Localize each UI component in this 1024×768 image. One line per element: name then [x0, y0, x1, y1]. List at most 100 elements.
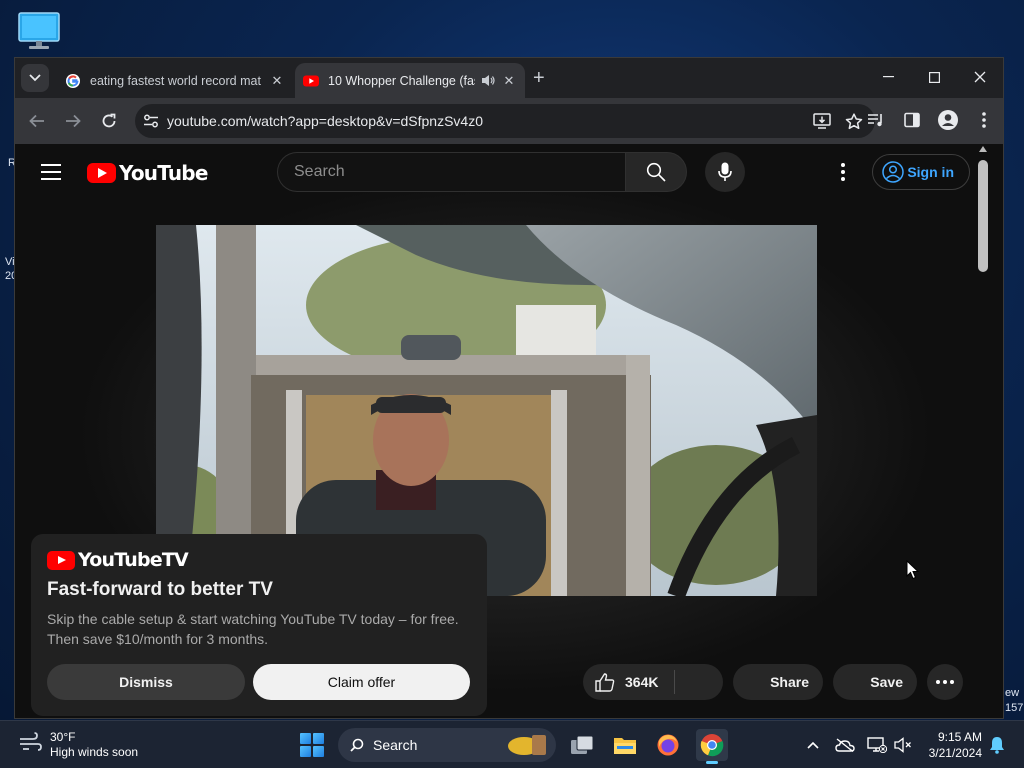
- chevron-down-icon: [29, 74, 41, 82]
- promo-body: Skip the cable setup & start watching Yo…: [47, 611, 459, 647]
- media-queue-icon: [868, 114, 882, 127]
- media-controls-button[interactable]: [865, 109, 887, 131]
- cloud-off-icon: [835, 738, 855, 752]
- minimize-icon: [882, 76, 894, 78]
- bookmark-star-icon[interactable]: [845, 112, 863, 130]
- minimize-button[interactable]: [865, 58, 911, 96]
- reload-icon: [102, 113, 116, 128]
- share-button[interactable]: Share: [733, 664, 823, 700]
- browser-menu-button[interactable]: [973, 109, 995, 131]
- speaker-icon[interactable]: [481, 74, 495, 87]
- search-button[interactable]: [625, 152, 687, 192]
- google-icon: [66, 73, 80, 88]
- tab-google-search[interactable]: eating fastest world record mat ✕: [57, 63, 293, 98]
- share-label: Share: [770, 674, 809, 690]
- sign-in-button[interactable]: Sign in: [872, 154, 970, 190]
- new-tab-button[interactable]: +: [533, 68, 545, 88]
- taskbar-search[interactable]: Search: [338, 728, 556, 762]
- search-highlight-icon: [508, 735, 546, 755]
- scroll-up-arrow-icon[interactable]: [979, 146, 987, 152]
- weather-widget[interactable]: 30°F High winds soon: [18, 730, 138, 760]
- volume-muted-icon: [894, 737, 911, 753]
- maximize-icon: [928, 71, 940, 83]
- voice-search-button[interactable]: [705, 152, 745, 192]
- youtube-logo-text: YouTube: [119, 161, 208, 185]
- url-text[interactable]: youtube.com/watch?app=desktop&v=dSfpnzSv…: [167, 113, 813, 129]
- clock-date: 3/21/2024: [928, 746, 982, 760]
- close-tab-icon[interactable]: ✕: [499, 73, 519, 89]
- firefox-icon: [657, 734, 679, 756]
- forward-button[interactable]: [61, 109, 85, 133]
- like-button[interactable]: 364K: [583, 664, 723, 700]
- account-icon: [882, 161, 904, 183]
- file-explorer-button[interactable]: [609, 729, 641, 761]
- back-button[interactable]: [25, 109, 49, 133]
- page-scrollbar[interactable]: [976, 144, 990, 718]
- chrome-button[interactable]: [696, 729, 728, 764]
- youtube-tv-promo: YouTubeTV Fast-forward to better TV Skip…: [31, 534, 487, 716]
- video-actions: 364K Share Save: [583, 664, 963, 700]
- network-button[interactable]: [866, 735, 888, 755]
- youtube-tv-logo-text: YouTubeTV: [78, 549, 189, 571]
- firefox-button[interactable]: [652, 729, 684, 761]
- tab-title: eating fastest world record mat: [90, 73, 261, 88]
- youtube-header: YouTube Search Sign in: [15, 144, 990, 200]
- notifications-button[interactable]: [986, 735, 1008, 755]
- active-app-indicator: [706, 761, 718, 764]
- side-panel-button[interactable]: [901, 109, 923, 131]
- chevron-up-icon: [807, 741, 819, 749]
- task-view-button[interactable]: [566, 729, 598, 761]
- arrow-left-icon: [29, 114, 44, 128]
- chrome-icon: [700, 734, 724, 757]
- tab-bar: eating fastest world record mat ✕ 10 Who…: [15, 58, 1003, 98]
- save-button[interactable]: Save: [833, 664, 917, 700]
- scrollbar-thumb[interactable]: [978, 160, 988, 272]
- promo-title: Fast-forward to better TV: [47, 579, 273, 600]
- claim-offer-button[interactable]: Claim offer: [253, 664, 470, 700]
- save-label: Save: [870, 674, 903, 690]
- profile-icon: [938, 110, 958, 130]
- reload-button[interactable]: [97, 109, 121, 133]
- tab-title: 10 Whopper Challenge (fas: [328, 73, 475, 88]
- site-info-button[interactable]: [135, 114, 167, 128]
- address-bar[interactable]: youtube.com/watch?app=desktop&v=dSfpnzSv…: [135, 104, 875, 138]
- tab-search-button[interactable]: [21, 64, 49, 92]
- weather-temp: 30°F: [50, 730, 76, 744]
- window-controls: [865, 58, 1003, 98]
- this-pc-icon[interactable]: [18, 12, 60, 50]
- close-window-button[interactable]: [957, 58, 1003, 96]
- youtube-page: YouTube Search Sign in 364K Share Save Y…: [15, 144, 990, 718]
- profile-button[interactable]: [937, 109, 959, 131]
- close-tab-icon[interactable]: ✕: [267, 73, 287, 89]
- search-icon: [646, 162, 666, 182]
- settings-more-icon[interactable]: [833, 160, 853, 184]
- onedrive-button[interactable]: [834, 735, 856, 755]
- clock[interactable]: 9:15 AM 3/21/2024: [918, 729, 982, 761]
- browser-toolbar: youtube.com/watch?app=desktop&v=dSfpnzSv…: [15, 98, 1003, 144]
- task-view-icon: [571, 735, 594, 754]
- sign-in-label: Sign in: [907, 164, 954, 180]
- menu-icon[interactable]: [41, 164, 61, 180]
- dislike-button[interactable]: [675, 664, 715, 700]
- side-panel-icon: [904, 112, 920, 128]
- browser-window: eating fastest world record mat ✕ 10 Who…: [14, 57, 1004, 719]
- start-button[interactable]: [300, 733, 324, 757]
- weather-desc: High winds soon: [50, 745, 139, 759]
- maximize-button[interactable]: [911, 58, 957, 96]
- show-hidden-icons-button[interactable]: [802, 735, 824, 755]
- bell-icon: [990, 737, 1004, 754]
- tune-icon: [144, 114, 158, 128]
- search-input[interactable]: [277, 152, 625, 192]
- more-vertical-icon: [982, 112, 986, 128]
- install-app-icon[interactable]: [813, 112, 831, 129]
- youtube-play-icon: [87, 163, 116, 183]
- youtube-logo[interactable]: YouTube: [87, 161, 208, 185]
- more-actions-button[interactable]: [927, 664, 963, 700]
- taskbar: 30°F High winds soon Search 9:15 AM 3/21…: [0, 720, 1024, 768]
- dismiss-button[interactable]: Dismiss: [47, 664, 245, 700]
- tab-youtube-video[interactable]: 10 Whopper Challenge (fas ✕: [295, 63, 525, 98]
- youtube-tv-logo: YouTubeTV: [47, 549, 471, 571]
- volume-button[interactable]: [892, 735, 914, 755]
- youtube-icon: [303, 75, 319, 86]
- folder-icon: [614, 738, 636, 754]
